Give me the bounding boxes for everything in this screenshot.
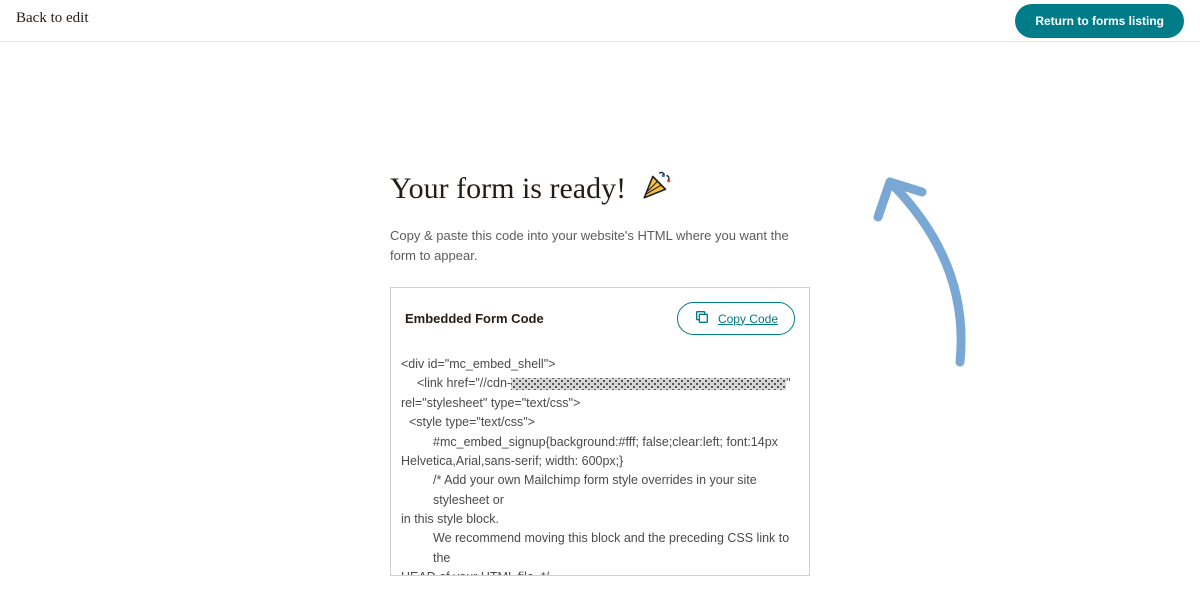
return-to-forms-button[interactable]: Return to forms listing [1015,4,1184,38]
embed-code-textarea[interactable]: <div id="mc_embed_shell"> <link href="//… [391,349,809,575]
embed-code-panel: Embedded Form Code Copy Code <div id="mc… [390,287,810,576]
back-to-edit-link[interactable]: Back to edit [16,4,88,27]
code-line: HEAD of your HTML file. */ [401,568,799,575]
main-content: Your form is ready! Copy & paste this co… [0,42,1200,576]
content-column: Your form is ready! Copy & paste this co… [390,168,810,576]
page-subheading: Copy & paste this code into your website… [390,226,810,265]
annotation-arrow-icon [860,162,1000,382]
party-popper-icon [640,168,674,210]
copy-code-label: Copy Code [718,312,778,326]
copy-code-button[interactable]: Copy Code [677,302,795,335]
panel-header: Embedded Form Code Copy Code [391,288,809,349]
page-heading: Your form is ready! [390,168,810,210]
top-bar: Back to edit Return to forms listing [0,0,1200,42]
code-line: <link href="//cdn-" [401,374,799,393]
code-line: <div id="mc_embed_shell"> [401,355,799,374]
code-line: rel="stylesheet" type="text/css"> [401,394,799,413]
redacted-url [511,378,786,390]
panel-title: Embedded Form Code [405,311,544,326]
code-line: We recommend moving this block and the p… [401,529,799,568]
code-line: /* Add your own Mailchimp form style ove… [401,471,799,510]
copy-icon [694,309,710,328]
code-line: Helvetica,Arial,sans-serif; width: 600px… [401,452,799,471]
code-line: in this style block. [401,510,799,529]
code-line: <style type="text/css"> [401,413,799,432]
page-heading-text: Your form is ready! [390,172,626,206]
code-line: #mc_embed_signup{background:#fff; false;… [401,433,799,452]
